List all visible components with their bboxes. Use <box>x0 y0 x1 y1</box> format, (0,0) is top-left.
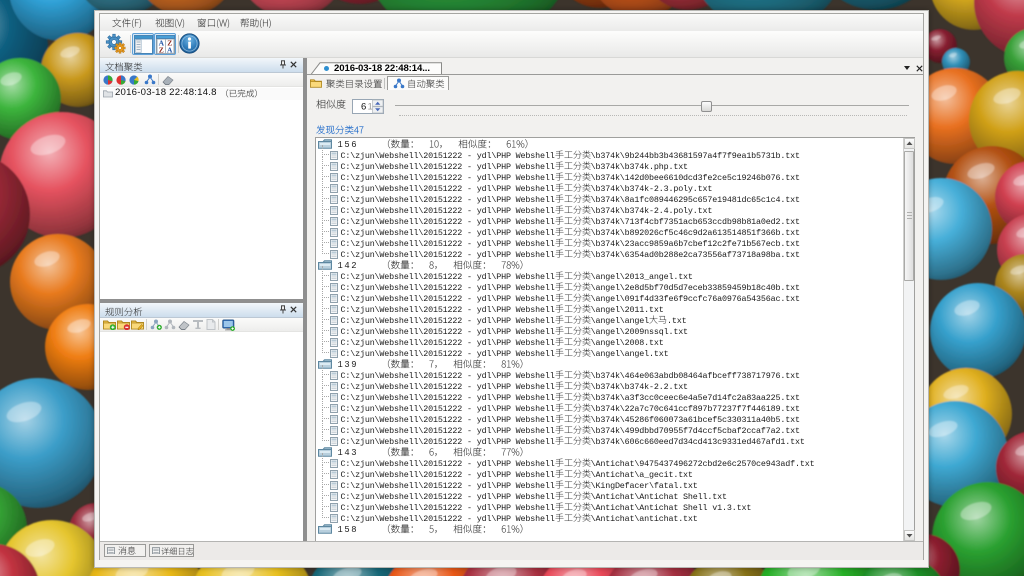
svg-text:Z: Z <box>159 46 164 54</box>
svg-text:1: 1 <box>368 101 373 112</box>
svg-text:6: 6 <box>361 101 366 112</box>
svg-text:A: A <box>167 46 173 54</box>
